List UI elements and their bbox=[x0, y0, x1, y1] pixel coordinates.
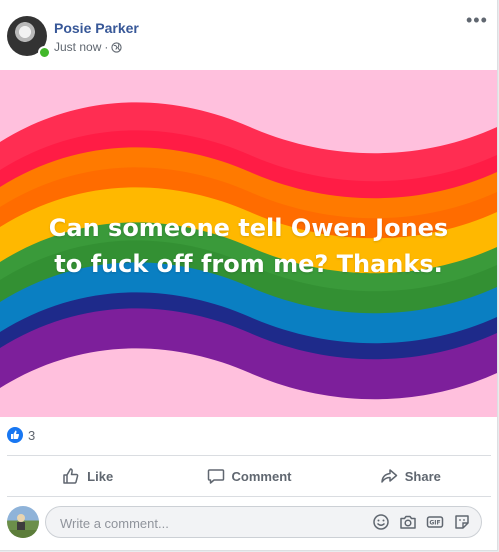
post-actions: Like Comment Share bbox=[7, 458, 491, 494]
comment-button[interactable]: Comment bbox=[168, 458, 329, 494]
post-header: Posie Parker Just now · ••• bbox=[0, 0, 497, 70]
more-options-button[interactable]: ••• bbox=[466, 11, 488, 29]
image-caption: Can someone tell Owen Jones to fuck off … bbox=[0, 210, 497, 282]
user-avatar[interactable] bbox=[7, 506, 39, 538]
like-button[interactable]: Like bbox=[7, 458, 168, 494]
image-caption-line-2: to fuck off from me? Thanks. bbox=[54, 250, 443, 278]
reactions-summary[interactable]: 3 bbox=[7, 427, 35, 443]
share-icon bbox=[381, 469, 397, 483]
sticker-icon[interactable] bbox=[453, 513, 471, 531]
author-name[interactable]: Posie Parker bbox=[54, 20, 139, 36]
post-card: Posie Parker Just now · ••• Can someone … bbox=[0, 0, 498, 551]
share-label: Share bbox=[404, 468, 441, 484]
comment-input[interactable] bbox=[58, 507, 352, 539]
post-meta: Just now · bbox=[54, 40, 122, 54]
online-status-dot bbox=[38, 46, 51, 59]
like-icon bbox=[63, 468, 79, 484]
comment-label: Comment bbox=[231, 468, 292, 484]
divider bbox=[7, 455, 491, 456]
gif-icon[interactable]: GIF bbox=[426, 513, 444, 531]
like-label: Like bbox=[87, 468, 114, 484]
author-avatar[interactable] bbox=[7, 16, 51, 59]
meta-separator: · bbox=[104, 40, 109, 54]
post-timestamp[interactable]: Just now bbox=[54, 40, 101, 54]
svg-text:GIF: GIF bbox=[429, 520, 440, 527]
post-image[interactable]: Can someone tell Owen Jones to fuck off … bbox=[0, 70, 497, 417]
camera-icon[interactable] bbox=[399, 513, 417, 531]
image-caption-line-1: Can someone tell Owen Jones bbox=[48, 214, 449, 242]
comment-tools: GIF bbox=[372, 513, 471, 531]
comment-icon bbox=[207, 469, 224, 484]
comment-box[interactable]: GIF bbox=[45, 506, 482, 539]
divider bbox=[7, 496, 491, 497]
comment-composer: GIF bbox=[0, 503, 497, 543]
globe-icon[interactable] bbox=[111, 41, 122, 53]
reaction-count: 3 bbox=[28, 427, 36, 443]
thumbs-up-icon bbox=[7, 427, 23, 443]
share-button[interactable]: Share bbox=[330, 458, 491, 494]
emoji-icon[interactable] bbox=[372, 513, 390, 531]
